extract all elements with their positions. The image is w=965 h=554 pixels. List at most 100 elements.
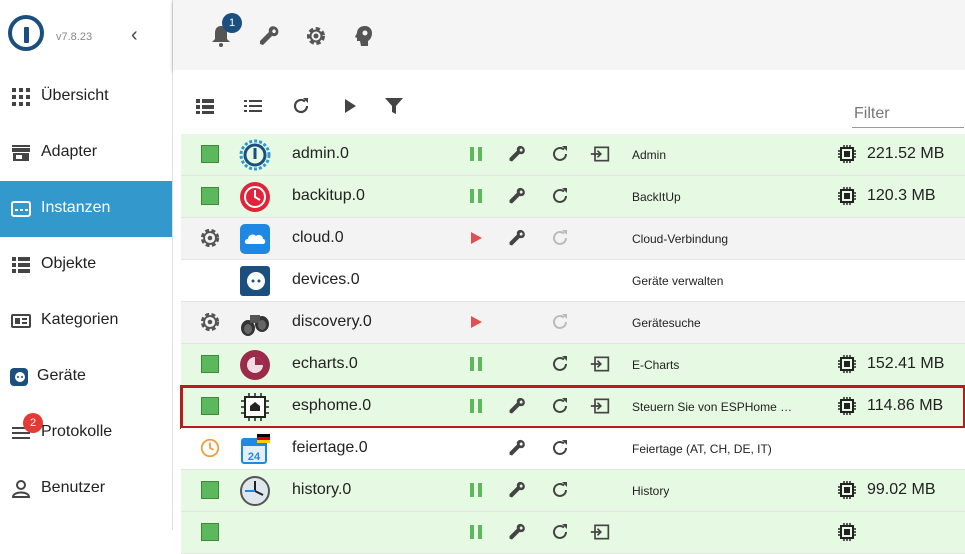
pause-icon[interactable] [466,354,486,374]
categories-icon [11,314,31,328]
filter-icon[interactable] [384,96,404,116]
gear-icon[interactable] [304,24,328,48]
play-icon[interactable] [340,96,360,116]
sidebar-item-adapter[interactable]: Adapter [0,125,172,181]
restart-icon[interactable] [550,312,570,332]
list-icon [12,257,30,273]
memory-usage: 152.41 MB [867,355,945,372]
restart-icon[interactable] [550,480,570,500]
play-icon[interactable] [466,312,486,332]
pause-icon[interactable] [466,186,486,206]
open-link-icon[interactable] [590,522,610,542]
table-view-icon[interactable] [195,96,215,116]
wrench-icon[interactable] [507,228,527,248]
open-link-icon[interactable] [590,396,610,416]
restart-icon[interactable] [550,438,570,458]
restart-icon[interactable] [550,396,570,416]
status-running-indicator [201,397,219,415]
table-row[interactable]: history.0 History 99.02 MB [181,470,965,512]
memory-chip-icon [838,481,856,499]
sidebar-item-label: Adapter [41,143,98,160]
wrench-icon[interactable] [507,522,527,542]
memory-chip-icon [838,523,856,541]
status-stopped-gear-icon [200,312,220,332]
pause-icon[interactable] [466,396,486,416]
restart-icon[interactable] [550,186,570,206]
sidebar-item-overview[interactable]: Übersicht [0,69,172,125]
memory-chip-icon [838,355,856,373]
top-app-bar: 1 [173,0,965,70]
table-row[interactable]: discovery.0 Gerätesuche [181,302,965,344]
sidebar-item-label: Protokolle [41,423,113,440]
table-row[interactable]: devices.0 Geräte verwalten [181,260,965,302]
table-row[interactable]: echarts.0 E-Charts 152.41 MB [181,344,965,386]
store-icon [12,145,30,161]
table-row[interactable]: 24 feiertage.0 Feiertage (AT, CH, DE, IT… [181,428,965,470]
open-link-icon[interactable] [590,144,610,164]
table-row[interactable]: cloud.0 Cloud-Verbindung [181,218,965,260]
collapse-sidebar-button[interactable]: ‹ [131,25,138,45]
instance-name: esphome.0 [292,397,372,414]
memory-chip-icon [838,145,856,163]
sidebar-item-label: Benutzer [41,479,106,496]
status-running-indicator [201,523,219,541]
grid-icon [12,88,30,106]
svg-text:24: 24 [248,451,261,463]
list-view-icon[interactable] [243,96,263,116]
refresh-icon[interactable] [291,96,311,116]
status-running-indicator [201,481,219,499]
open-link-icon[interactable] [590,354,610,374]
restart-icon[interactable] [550,144,570,164]
sidebar-item-users[interactable]: Benutzer [0,461,172,517]
table-row[interactable] [181,512,965,554]
status-running-indicator [201,145,219,163]
wrench-icon[interactable] [507,396,527,416]
sidebar-item-categories[interactable]: Kategorien [0,293,172,349]
sidebar: v7.8.23 ‹ Übersicht Adapter Instanzen Ob… [0,0,173,530]
status-running-indicator [201,355,219,373]
instance-name: history.0 [292,481,352,498]
table-row[interactable]: esphome.0 Steuern Sie von ESPHome … 114.… [180,385,965,429]
pause-icon[interactable] [466,144,486,164]
instance-title: Gerätesuche [632,316,701,330]
wrench-icon[interactable] [507,480,527,500]
wrench-icon[interactable] [257,24,281,48]
user-icon [11,480,31,498]
sidebar-item-label: Objekte [41,255,97,272]
notification-badge: 1 [222,13,242,33]
wrench-icon[interactable] [507,438,527,458]
wrench-icon[interactable] [507,186,527,206]
devices-adapter-icon [240,266,270,296]
pause-icon[interactable] [466,522,486,542]
status-stopped-gear-icon [200,228,220,248]
restart-icon[interactable] [550,522,570,542]
instances-icon [11,201,31,217]
memory-usage: 120.3 MB [867,187,936,204]
sidebar-item-logs[interactable]: 2 Protokolle [0,405,172,461]
restart-icon[interactable] [550,228,570,248]
sidebar-item-devices[interactable]: Geräte [0,349,172,405]
wrench-icon[interactable] [507,144,527,164]
table-row[interactable]: admin.0 Admin 221.52 MB [181,134,965,176]
expert-head-icon[interactable] [352,24,376,48]
instance-name: backitup.0 [292,187,365,204]
sidebar-item-label: Geräte [37,367,86,384]
sidebar-item-objects[interactable]: Objekte [0,237,172,293]
instances-toolbar [173,70,965,134]
pause-icon[interactable] [466,480,486,500]
memory-chip-icon [838,397,856,415]
instance-title: Steuern Sie von ESPHome … [632,400,793,414]
filter-input[interactable] [852,100,964,128]
iobroker-logo[interactable] [8,15,44,51]
memory-usage: 221.52 MB [867,145,945,162]
table-row[interactable]: backitup.0 BackItUp 120.3 MB [181,176,965,218]
sidebar-item-instances[interactable]: Instanzen [0,181,172,237]
calendar-adapter-icon: 24 [241,434,270,464]
play-icon[interactable] [466,228,486,248]
cloud-adapter-icon [240,224,270,254]
restart-icon[interactable] [550,354,570,374]
sidebar-header: v7.8.23 ‹ [0,0,172,70]
devices-icon [10,368,28,386]
instance-name: echarts.0 [292,355,358,372]
sidebar-item-label: Kategorien [41,311,119,328]
